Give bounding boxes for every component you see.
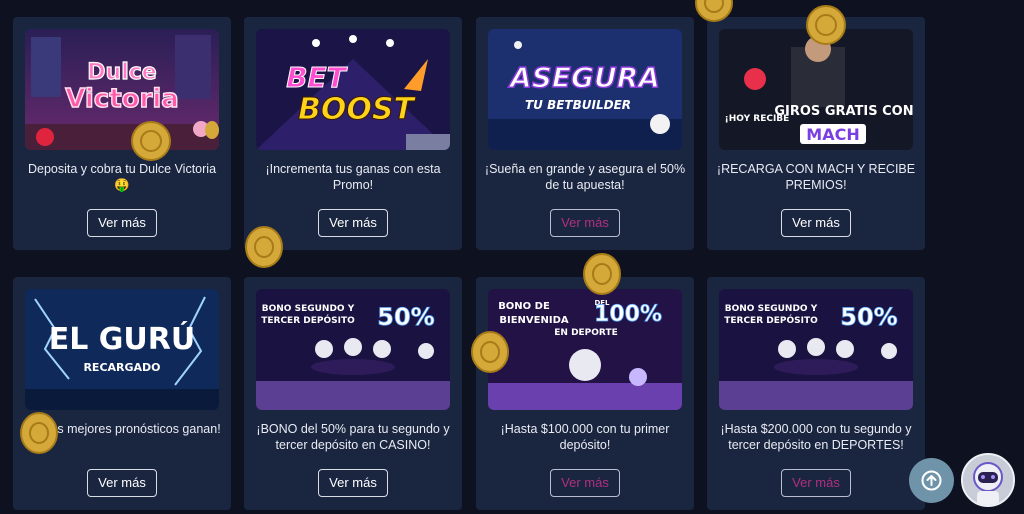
svg-text:GIROS GRATIS CON: GIROS GRATIS CON <box>774 104 913 119</box>
promo-description: ¡Hasta $200.000 con tu segundo y tercer … <box>720 422 912 452</box>
svg-text:TU BETBUILDER: TU BETBUILDER <box>525 98 631 112</box>
promo-description: ¡Incrementa tus ganas con esta Promo! <box>265 162 441 192</box>
promo-card-bet-boost: BET BOOST ¡Incrementa tus ganas con esta… <box>244 17 462 250</box>
promo-description: Deposita y cobra tu Dulce Victoria 🤑 <box>27 162 217 192</box>
svg-text:BIENVENIDA: BIENVENIDA <box>499 315 569 326</box>
svg-text:EN DEPORTE: EN DEPORTE <box>554 328 618 338</box>
promo-banner-el-guru[interactable]: EL GURÚ RECARGADO <box>25 289 219 410</box>
promo-description: ¡Hasta $100.000 con tu primer depósito! <box>500 422 670 452</box>
svg-text:50%: 50% <box>840 303 897 331</box>
promo-card-bono-deportes: BONO SEGUNDO Y TERCER DEPÓSITO 50% ¡Hast… <box>707 277 925 510</box>
svg-text:BET: BET <box>286 61 347 94</box>
ver-mas-button[interactable]: Ver más <box>87 209 157 237</box>
svg-text:Dulce: Dulce <box>87 60 156 85</box>
promo-banner-bet-boost[interactable]: BET BOOST <box>256 29 450 150</box>
svg-text:ASEGURA: ASEGURA <box>508 61 660 94</box>
promo-banner-asegura[interactable]: ASEGURA TU BETBUILDER <box>488 29 682 150</box>
promo-card-bono-bienvenida: BONO DE BIENVENIDA DEL 100% EN DEPORTE ¡… <box>476 277 694 510</box>
promo-banner-bono-casino[interactable]: BONO SEGUNDO Y TERCER DEPÓSITO 50% <box>256 289 450 410</box>
arrow-up-icon <box>921 470 942 491</box>
svg-text:BONO DE: BONO DE <box>498 301 550 312</box>
scroll-top-button[interactable] <box>909 458 954 503</box>
svg-text:RECARGADO: RECARGADO <box>83 361 160 374</box>
ver-mas-button[interactable]: Ver más <box>87 469 157 497</box>
svg-text:BOOST: BOOST <box>298 92 416 127</box>
ver-mas-button[interactable]: Ver más <box>318 469 388 497</box>
promo-description: ¡RECARGA CON MACH Y RECIBE PREMIOS! <box>716 162 916 192</box>
svg-text:100%: 100% <box>594 302 662 327</box>
promo-card-dulce-victoria: Dulce Victoria Deposita y cobra tu Dulce… <box>13 17 231 250</box>
svg-text:Victoria: Victoria <box>65 84 179 114</box>
svg-text:MACH: MACH <box>806 125 859 144</box>
astronaut-avatar-icon <box>963 455 1013 505</box>
svg-text:EL GURÚ: EL GURÚ <box>49 320 196 357</box>
svg-text:TERCER DEPÓSITO: TERCER DEPÓSITO <box>724 314 818 326</box>
svg-text:BONO SEGUNDO Y: BONO SEGUNDO Y <box>262 304 355 314</box>
promo-card-bono-casino: BONO SEGUNDO Y TERCER DEPÓSITO 50% ¡BONO… <box>244 277 462 510</box>
ver-mas-button[interactable]: Ver más <box>781 209 851 237</box>
ver-mas-button[interactable]: Ver más <box>550 469 620 497</box>
svg-text:BONO SEGUNDO Y: BONO SEGUNDO Y <box>725 304 818 314</box>
ver-mas-button[interactable]: Ver más <box>781 469 851 497</box>
promo-description: ¡BONO del 50% para tu segundo y tercer d… <box>256 422 450 452</box>
ver-mas-button[interactable]: Ver más <box>318 209 388 237</box>
promo-banner-bono-deportes[interactable]: BONO SEGUNDO Y TERCER DEPÓSITO 50% <box>719 289 913 410</box>
svg-text:TERCER DEPÓSITO: TERCER DEPÓSITO <box>261 314 355 326</box>
promo-description: ¡Sueña en grande y asegura el 50% de tu … <box>484 162 686 192</box>
promo-banner-dulce-victoria[interactable]: Dulce Victoria <box>25 29 219 150</box>
svg-text:50%: 50% <box>377 303 434 331</box>
assistant-avatar-button[interactable] <box>961 453 1015 507</box>
ver-mas-button[interactable]: Ver más <box>550 209 620 237</box>
promo-card-mach: ¡HOY RECIBE GIROS GRATIS CON MACH ¡RECAR… <box>707 17 925 250</box>
promo-card-el-guru: EL GURÚ RECARGADO nde los mejores pronós… <box>13 277 231 510</box>
promo-banner-mach[interactable]: ¡HOY RECIBE GIROS GRATIS CON MACH <box>719 29 913 150</box>
promo-description: nde los mejores pronósticos ganan! <box>23 422 221 436</box>
promo-banner-bono-bienvenida[interactable]: BONO DE BIENVENIDA DEL 100% EN DEPORTE <box>488 289 682 410</box>
promo-card-asegura-betbuilder: ASEGURA TU BETBUILDER ¡Sueña en grande y… <box>476 17 694 250</box>
